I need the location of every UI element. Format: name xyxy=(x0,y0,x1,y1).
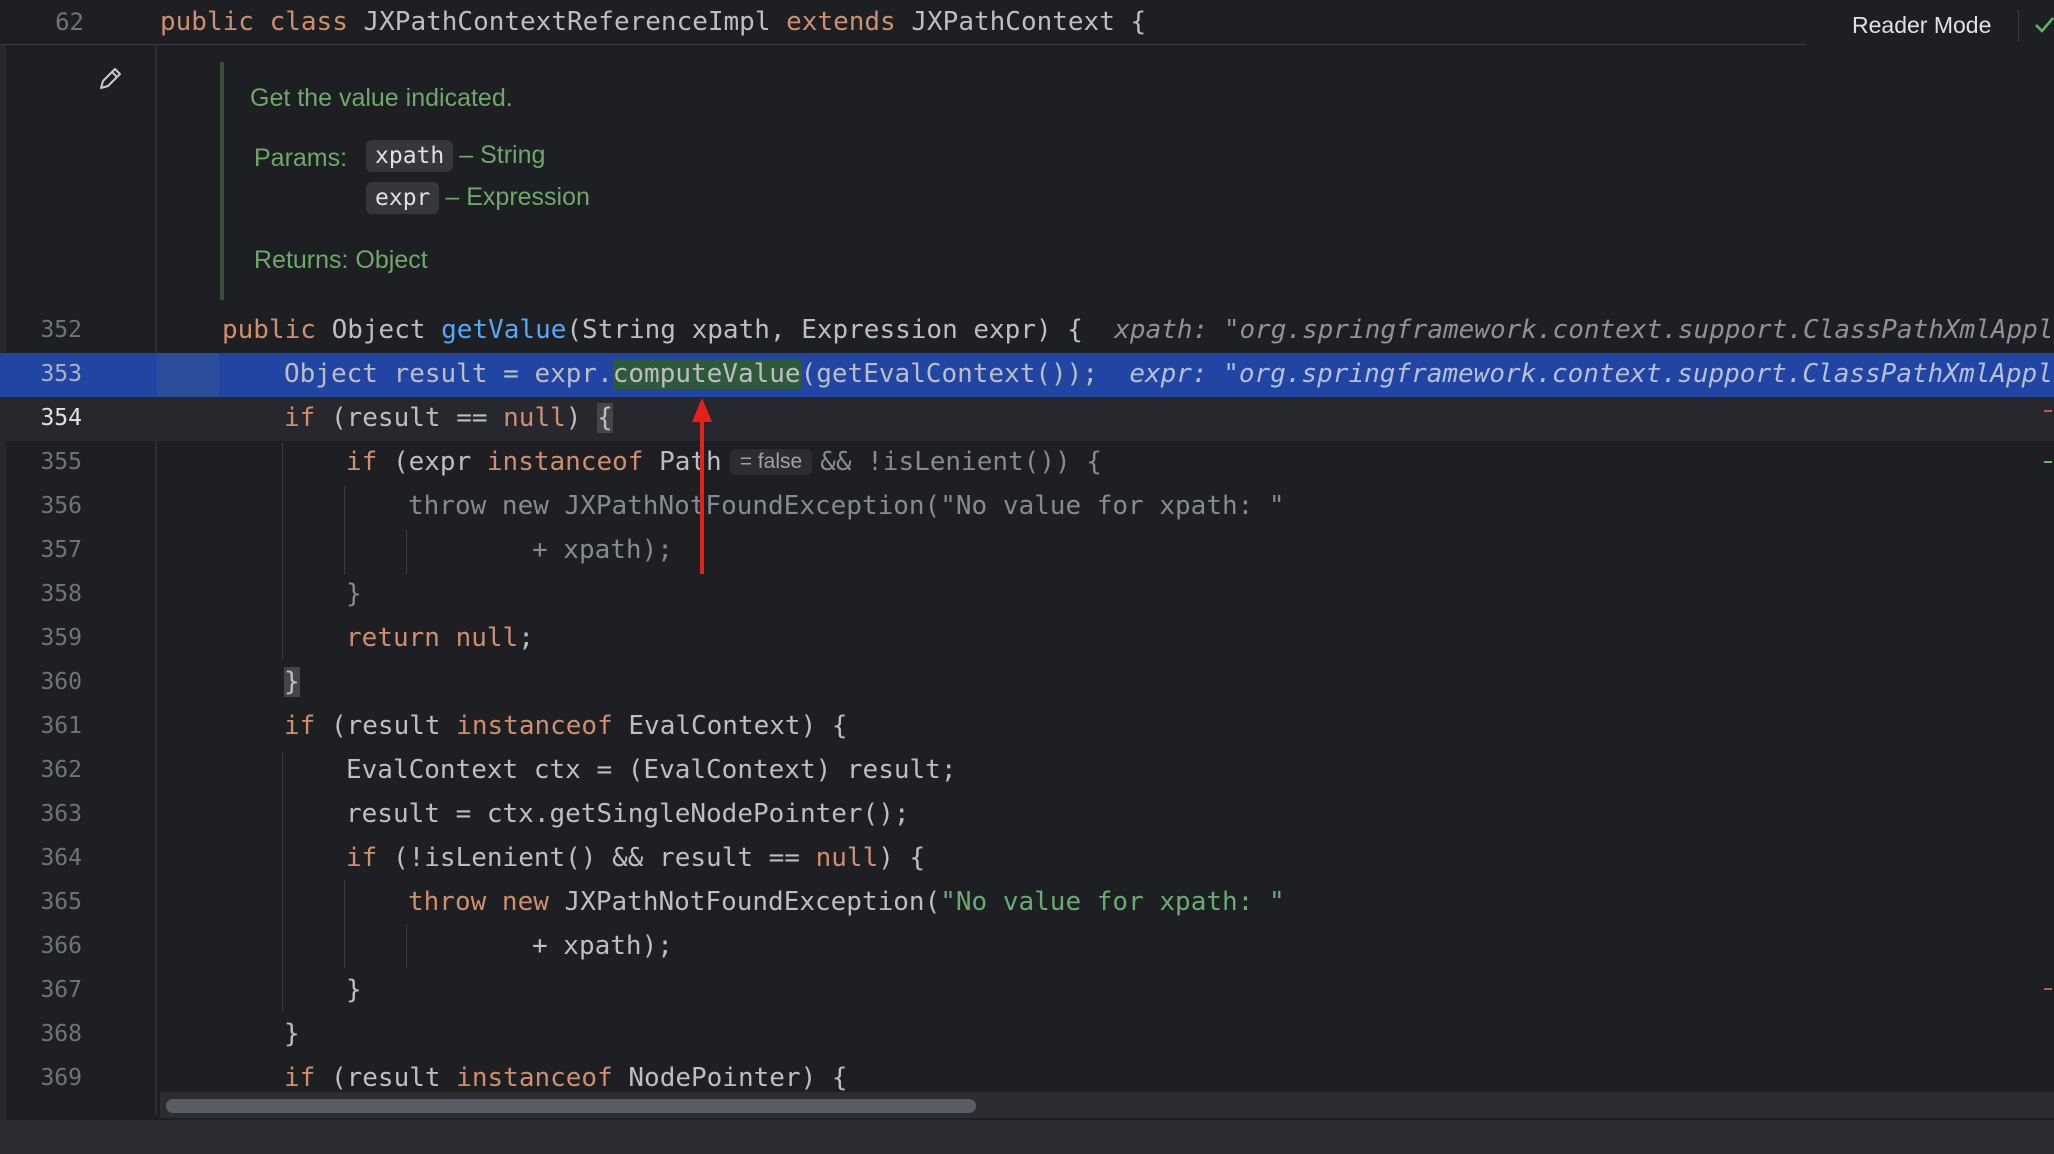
line-number: 353 xyxy=(40,361,82,387)
code-text: if (!isLenient() && result == null) { xyxy=(346,843,926,873)
line-number: 362 xyxy=(40,757,82,783)
execution-gutter-marker xyxy=(157,353,219,397)
check-icon[interactable] xyxy=(2033,14,2054,36)
code-text: Object result = expr.computeValue(getEva… xyxy=(284,359,2053,389)
doc-param-row: xpath – String xyxy=(366,140,545,172)
code-editor[interactable]: 62 public class JXPathContextReferenceIm… xyxy=(0,0,2054,1120)
code-line[interactable]: 367 } xyxy=(0,969,2054,1013)
code-line[interactable]: 357 + xpath); xyxy=(0,529,2054,573)
code-line[interactable]: 368 } xyxy=(0,1013,2054,1057)
pencil-icon[interactable] xyxy=(95,64,125,94)
code-line[interactable]: 359 return null; xyxy=(0,617,2054,661)
code-text: } xyxy=(346,975,362,1005)
code-text: + xpath); xyxy=(532,931,673,961)
bottom-status-bar xyxy=(0,1120,2054,1154)
line-number: 364 xyxy=(40,845,82,871)
code-text: EvalContext ctx = (EvalContext) result; xyxy=(346,755,957,785)
code-line[interactable]: 364 if (!isLenient() && result == null) … xyxy=(0,837,2054,881)
code-text: throw new JXPathNotFoundException("No va… xyxy=(408,491,1285,521)
line-number: 367 xyxy=(40,977,82,1003)
line-number: 352 xyxy=(40,317,82,343)
javadoc-rendered-comment: Get the value indicated. Params: xpath – … xyxy=(220,62,1804,300)
code-text: + xpath); xyxy=(532,535,673,565)
code-text: } xyxy=(284,1019,300,1049)
code-line[interactable]: 355 if (expr instanceof Path = false && !i… xyxy=(0,441,2054,485)
code-text: if (result instanceof NodePointer) { xyxy=(284,1063,848,1093)
inline-value-badge: = false xyxy=(729,449,813,475)
code-text: } xyxy=(284,667,300,697)
matched-brace: } xyxy=(284,667,300,697)
code-line[interactable]: 362 EvalContext ctx = (EvalContext) resu… xyxy=(0,749,2054,793)
line-number: 368 xyxy=(40,1021,82,1047)
code-text: return null; xyxy=(346,623,534,653)
error-stripe-marker[interactable] xyxy=(2044,461,2052,463)
annotation-arrow-icon xyxy=(692,398,712,574)
toolbar-divider xyxy=(2018,10,2019,42)
code-line[interactable]: 365 throw new JXPathNotFoundException("N… xyxy=(0,881,2054,925)
line-number: 355 xyxy=(40,449,82,475)
code-line[interactable]: 358 } xyxy=(0,573,2054,617)
code-line[interactable]: 363 result = ctx.getSingleNodePointer(); xyxy=(0,793,2054,837)
debug-value-hint: xpath: "org.springframework.context.supp… xyxy=(1114,315,2054,345)
code-text: throw new JXPathNotFoundException("No va… xyxy=(408,887,1285,917)
doc-description: Get the value indicated. xyxy=(250,84,513,112)
code-line-execution-point[interactable]: 353 Object result = expr.computeValue(ge… xyxy=(0,353,2054,397)
line-number: 354 xyxy=(40,405,82,431)
horizontal-scrollbar-thumb[interactable] xyxy=(166,1099,976,1113)
sticky-line-number: 62 xyxy=(55,8,84,36)
sticky-class-header[interactable]: 62 public class JXPathContextReferenceIm… xyxy=(0,0,1806,45)
sticky-code-text: public class JXPathContextReferenceImpl … xyxy=(160,7,1147,37)
line-number: 366 xyxy=(40,933,82,959)
code-line[interactable]: 356 throw new JXPathNotFoundException("N… xyxy=(0,485,2054,529)
doc-returns: Returns: Object xyxy=(254,246,428,274)
line-number: 356 xyxy=(40,493,82,519)
debug-value-hint: expr: "org.springframework.context.suppo… xyxy=(1129,359,2053,389)
doc-params-label: Params: xyxy=(254,144,348,172)
code-text: } xyxy=(346,579,362,609)
code-line[interactable]: 361 if (result instanceof EvalContext) { xyxy=(0,705,2054,749)
line-number: 359 xyxy=(40,625,82,651)
line-number: 360 xyxy=(40,669,82,695)
line-number: 363 xyxy=(40,801,82,827)
error-stripe-marker[interactable] xyxy=(2044,410,2052,412)
param-name-chip: xpath xyxy=(366,140,454,172)
code-line[interactable]: 360 } xyxy=(0,661,2054,705)
smart-step-target[interactable]: computeValue xyxy=(612,359,801,389)
code-line[interactable]: 352 public Object getValue(String xpath,… xyxy=(0,309,2054,353)
code-line-current[interactable]: 354 if (result == null) { xyxy=(0,397,2054,441)
error-stripe-marker[interactable] xyxy=(2044,988,2052,990)
line-number: 358 xyxy=(40,581,82,607)
line-number: 357 xyxy=(40,537,82,563)
code-text: public Object getValue(String xpath, Exp… xyxy=(222,315,2054,345)
line-number: 361 xyxy=(40,713,82,739)
param-name-chip: expr xyxy=(366,182,440,214)
code-text: result = ctx.getSingleNodePointer(); xyxy=(346,799,910,829)
code-line[interactable]: 366 + xpath); xyxy=(0,925,2054,969)
line-number: 369 xyxy=(40,1065,82,1091)
doc-param-row: expr – Expression xyxy=(366,182,590,214)
code-text: if (result instanceof EvalContext) { xyxy=(284,711,848,741)
line-number: 365 xyxy=(40,889,82,915)
reader-mode-button[interactable]: Reader Mode xyxy=(1852,12,1991,39)
matched-brace: { xyxy=(597,403,613,433)
code-text: if (result == null) { xyxy=(284,403,613,433)
code-text: if (expr instanceof Path = false && !isLen… xyxy=(346,447,1102,477)
